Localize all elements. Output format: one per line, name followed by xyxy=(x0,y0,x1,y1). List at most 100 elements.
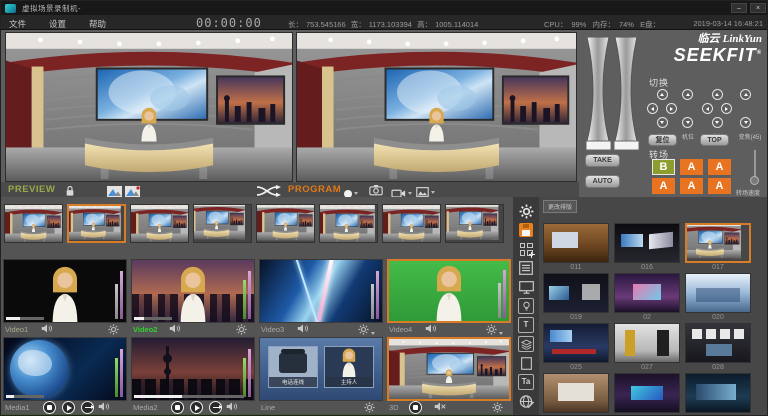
media2-speaker-icon[interactable] xyxy=(226,402,238,413)
scene-thumb-row4-1[interactable] xyxy=(543,373,609,416)
scene-thumb-row4-2[interactable] xyxy=(614,373,680,416)
camera-angle-3[interactable] xyxy=(130,204,189,243)
video4-speaker-icon[interactable] xyxy=(425,324,437,335)
transition-key-A3[interactable]: A xyxy=(652,178,675,194)
add-layout-icon[interactable] xyxy=(518,241,534,257)
media2-loop-button[interactable] xyxy=(209,401,222,414)
move-right-button[interactable] xyxy=(666,103,677,114)
scene-thumb-020[interactable]: 020 xyxy=(685,273,751,323)
video3-speaker-icon[interactable] xyxy=(297,324,309,335)
playlist-icon[interactable] xyxy=(518,260,534,276)
media1-stop-button[interactable] xyxy=(43,401,56,414)
scene-thumb-019[interactable]: 019 xyxy=(543,273,609,323)
scene3d-thumbnail[interactable] xyxy=(387,337,511,401)
position-down-button[interactable] xyxy=(682,117,693,128)
line-thumbnail[interactable]: 电话连线 主持人 xyxy=(259,337,383,401)
video3-thumbnail[interactable] xyxy=(259,259,383,323)
camera-angle-6[interactable] xyxy=(319,204,378,243)
media2-thumbnail[interactable] xyxy=(131,337,255,401)
scene-thumb-028[interactable]: 028 xyxy=(685,323,751,373)
title-tool-icon[interactable]: T xyxy=(518,317,534,333)
text-tool-icon[interactable]: Ta xyxy=(518,374,534,390)
preview-label: PREVIEW xyxy=(8,184,55,195)
top-view-button[interactable]: TOP xyxy=(700,134,729,146)
media1-thumbnail[interactable] xyxy=(3,337,127,401)
media1-loop-button[interactable] xyxy=(81,401,94,414)
menu-file[interactable]: 文件 xyxy=(9,18,26,30)
video3-settings-icon[interactable] xyxy=(358,324,375,337)
camera-angle-4[interactable] xyxy=(193,204,252,243)
media2-controls: Media2 xyxy=(131,401,255,414)
memory-label: 内存： xyxy=(592,20,615,29)
move-down-button[interactable] xyxy=(657,117,668,128)
disk-label: E盘： xyxy=(640,20,660,29)
video1-speaker-icon[interactable] xyxy=(41,324,53,335)
video2-settings-icon[interactable] xyxy=(236,324,247,337)
menu-settings[interactable]: 设置 xyxy=(49,18,66,30)
move-up-button[interactable] xyxy=(657,89,668,100)
rotate-down-button[interactable] xyxy=(712,117,723,128)
position-up-button[interactable] xyxy=(682,89,693,100)
transition-speed-knob[interactable] xyxy=(750,176,759,185)
menu-bar: 文件 设置 帮助 00:00:00 长：753.545166 宽：1173.10… xyxy=(1,15,768,30)
menu-help[interactable]: 帮助 xyxy=(89,18,106,30)
scene-thumb-row4-3[interactable] xyxy=(685,373,751,416)
transition-key-A4[interactable]: A xyxy=(680,178,703,194)
change-layout-button[interactable]: 更改排版 xyxy=(543,200,577,213)
take-button[interactable]: TAKE xyxy=(585,154,620,167)
file-icon[interactable] xyxy=(518,355,534,371)
dpad-zoom-label: 变焦(45) xyxy=(734,132,766,141)
settings-gear-icon[interactable] xyxy=(518,203,534,219)
reset-button[interactable]: 复位 xyxy=(648,134,677,146)
video1-settings-icon[interactable] xyxy=(108,324,119,337)
transition-key-B[interactable]: B xyxy=(652,159,675,175)
move-left-button[interactable] xyxy=(647,103,658,114)
transition-key-A1[interactable]: A xyxy=(680,159,703,175)
media1-speaker-icon[interactable] xyxy=(98,402,110,413)
width-value: 1173.103394 xyxy=(369,20,412,29)
height-label: 高： xyxy=(417,20,432,29)
video4-thumbnail[interactable] xyxy=(387,259,511,323)
video1-thumbnail[interactable] xyxy=(3,259,127,323)
scene-thumb-025[interactable]: 025 xyxy=(543,323,609,373)
preview-monitor[interactable] xyxy=(5,32,293,182)
phone-call-box: 电话连线 xyxy=(268,346,318,388)
video4-settings-icon[interactable] xyxy=(486,324,503,337)
scene-thumb-016[interactable]: 016 xyxy=(614,223,680,273)
camera-angle-7[interactable] xyxy=(382,204,441,243)
zoom-out-button[interactable] xyxy=(740,117,751,128)
video2-speaker-icon[interactable] xyxy=(169,324,181,335)
monitor-label-bar: PREVIEW PROGRAM xyxy=(1,182,579,197)
scene-thumb-02[interactable]: 02 xyxy=(614,273,680,323)
transition-key-A2[interactable]: A xyxy=(708,159,731,175)
brand-cn: 临云 xyxy=(698,33,720,45)
video2-label: Video2 xyxy=(133,325,165,334)
scene3d-stop-button[interactable] xyxy=(409,401,422,414)
camera-angle-5[interactable] xyxy=(256,204,315,243)
scene3d-mute-icon[interactable] xyxy=(434,402,446,413)
camera-angle-1[interactable] xyxy=(4,204,63,243)
scene-thumb-011[interactable]: 011 xyxy=(543,223,609,273)
media1-play-button[interactable] xyxy=(62,401,75,414)
display-icon[interactable] xyxy=(518,279,534,295)
network-edit-icon[interactable] xyxy=(518,393,534,409)
scene-thumb-017-selected[interactable]: 017 xyxy=(685,223,751,273)
camera-angle-8[interactable] xyxy=(445,204,504,243)
close-button[interactable]: × xyxy=(750,3,766,13)
scene-thumb-027[interactable]: 027 xyxy=(614,323,680,373)
transition-tbar[interactable] xyxy=(586,37,640,160)
rotate-left-button[interactable] xyxy=(702,103,713,114)
media2-stop-button[interactable] xyxy=(171,401,184,414)
save-icon[interactable] xyxy=(518,222,534,238)
auto-button[interactable]: AUTO xyxy=(585,175,620,188)
layers-icon[interactable] xyxy=(518,336,534,352)
light-icon[interactable] xyxy=(518,298,534,314)
zoom-in-button[interactable] xyxy=(740,89,751,100)
program-monitor[interactable] xyxy=(296,32,577,182)
minimize-button[interactable]: – xyxy=(731,3,747,13)
video2-thumbnail[interactable] xyxy=(131,259,255,323)
rotate-right-button[interactable] xyxy=(721,103,732,114)
rotate-up-button[interactable] xyxy=(712,89,723,100)
media2-play-button[interactable] xyxy=(190,401,203,414)
camera-angle-2-selected[interactable] xyxy=(67,204,126,243)
